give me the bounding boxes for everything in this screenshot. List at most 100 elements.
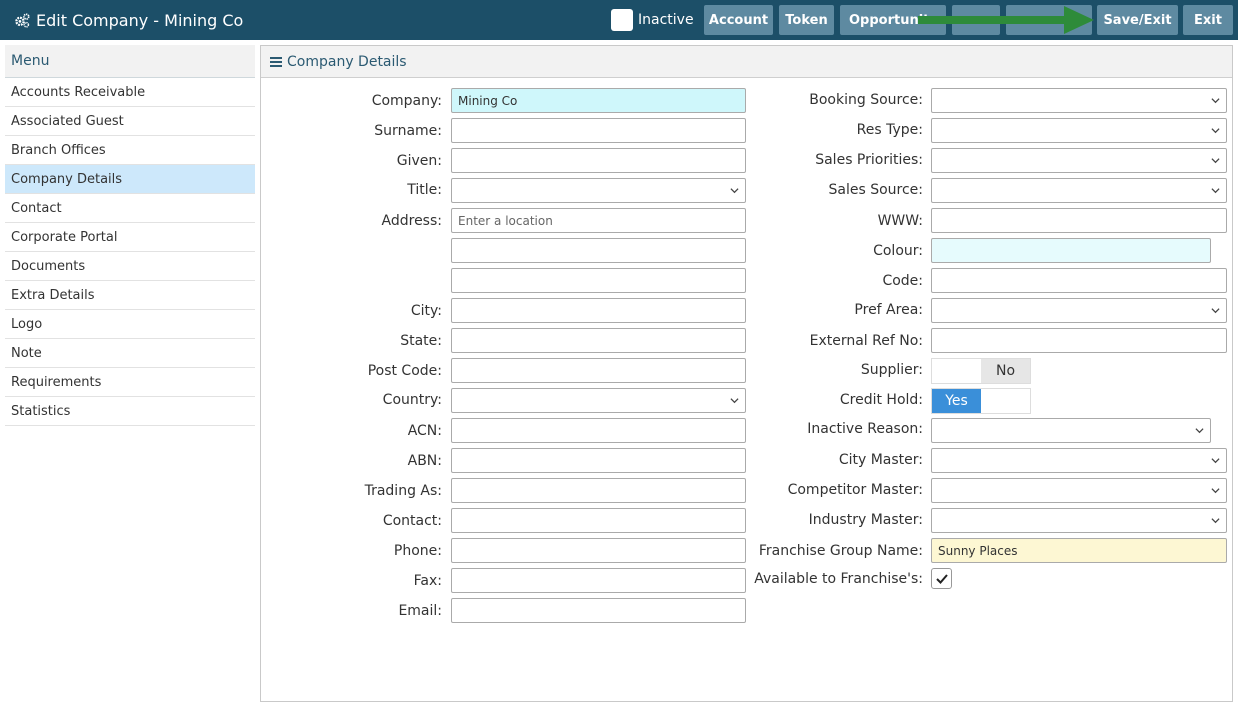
- sales-priorities-select[interactable]: [931, 148, 1227, 173]
- sidebar-item-requirements[interactable]: Requirements: [5, 368, 255, 397]
- company-label: Company:: [371, 93, 442, 109]
- industry-master-label: Industry Master:: [808, 512, 923, 528]
- chevron-down-icon: [1211, 488, 1220, 494]
- inactive-checkbox[interactable]: [611, 9, 633, 31]
- fax-input[interactable]: [451, 568, 746, 593]
- sales-priorities-label: Sales Priorities:: [815, 152, 923, 168]
- page-title: Edit Company - Mining Co: [36, 10, 244, 30]
- competitor-master-select[interactable]: [931, 478, 1227, 503]
- booking-source-select[interactable]: [931, 88, 1227, 113]
- supplier-toggle[interactable]: No: [931, 358, 1031, 384]
- header-bar: Edit Company - Mining Co Inactive Accoun…: [0, 0, 1238, 40]
- contact-label: Contact:: [382, 513, 442, 529]
- booking-source-label: Booking Source:: [809, 92, 923, 108]
- sidebar-item-branch-offices[interactable]: Branch Offices: [5, 136, 255, 165]
- trading-as-input[interactable]: [451, 478, 746, 503]
- address-line1-input[interactable]: Enter a location: [451, 208, 746, 233]
- sidebar-item-note[interactable]: Note: [5, 339, 255, 368]
- city-label: City:: [410, 303, 442, 319]
- header-button-5[interactable]: [1006, 5, 1092, 35]
- franchise-group-input[interactable]: Sunny Places: [931, 538, 1227, 563]
- chevron-down-icon: [1195, 428, 1204, 434]
- sidebar-item-associated-guest[interactable]: Associated Guest: [5, 107, 255, 136]
- sidebar-item-accounts-receivable[interactable]: Accounts Receivable: [5, 78, 255, 107]
- credit-hold-toggle-yes: Yes: [932, 389, 981, 413]
- external-ref-input[interactable]: [931, 328, 1227, 353]
- sidebar-item-contact[interactable]: Contact: [5, 194, 255, 223]
- panel-title: Company Details: [287, 53, 407, 70]
- title-label: Title:: [407, 182, 442, 198]
- surname-label: Surname:: [374, 123, 442, 139]
- pref-area-select[interactable]: [931, 298, 1227, 323]
- franchise-group-label: Franchise Group Name:: [758, 543, 923, 559]
- company-input[interactable]: Mining Co: [451, 88, 746, 113]
- colour-label: Colour:: [873, 243, 923, 259]
- sidebar-item-company-details[interactable]: Company Details: [5, 165, 255, 194]
- inactive-label: Inactive: [638, 12, 694, 28]
- available-franchise-label: Available to Franchise's:: [754, 571, 923, 587]
- credit-hold-toggle[interactable]: Yes: [931, 388, 1031, 414]
- header-button-4[interactable]: [952, 5, 1000, 35]
- supplier-toggle-no: No: [981, 359, 1030, 383]
- code-label: Code:: [882, 273, 923, 289]
- token-button[interactable]: Token: [779, 5, 834, 35]
- sales-source-select[interactable]: [931, 178, 1227, 203]
- chevron-down-icon: [1211, 308, 1220, 314]
- address-label: Address:: [381, 213, 442, 229]
- colour-input[interactable]: [931, 238, 1211, 263]
- chevron-down-icon: [1211, 98, 1220, 104]
- country-label: Country:: [382, 392, 442, 408]
- www-label: WWW:: [877, 213, 923, 229]
- sales-source-label: Sales Source:: [828, 182, 923, 198]
- code-input[interactable]: [931, 268, 1227, 293]
- sidebar-item-statistics[interactable]: Statistics: [5, 397, 255, 426]
- given-label: Given:: [396, 153, 442, 169]
- inactive-reason-select[interactable]: [931, 418, 1211, 443]
- res-type-label: Res Type:: [856, 122, 923, 138]
- opportunities-button[interactable]: Opportunit: [840, 5, 946, 35]
- email-input[interactable]: [451, 598, 746, 623]
- account-button[interactable]: Account: [704, 5, 773, 35]
- chevron-down-icon: [1211, 518, 1220, 524]
- sidebar-item-corporate-portal[interactable]: Corporate Portal: [5, 223, 255, 252]
- surname-input[interactable]: [451, 118, 746, 143]
- chevron-down-icon: [1211, 188, 1220, 194]
- inactive-toggle[interactable]: Inactive: [611, 8, 694, 32]
- hamburger-icon: [270, 56, 282, 67]
- abn-input[interactable]: [451, 448, 746, 473]
- chevron-down-icon: [730, 398, 739, 404]
- phone-input[interactable]: [451, 538, 746, 563]
- sidebar-item-documents[interactable]: Documents: [5, 252, 255, 281]
- sidebar-menu: Menu Accounts Receivable Associated Gues…: [5, 45, 255, 426]
- supplier-toggle-blank: [932, 359, 981, 383]
- state-label: State:: [400, 333, 442, 349]
- title-select[interactable]: [451, 178, 746, 203]
- email-label: Email:: [398, 603, 442, 619]
- city-master-select[interactable]: [931, 448, 1227, 473]
- postcode-input[interactable]: [451, 358, 746, 383]
- sidebar-item-logo[interactable]: Logo: [5, 310, 255, 339]
- res-type-select[interactable]: [931, 118, 1227, 143]
- exit-button[interactable]: Exit: [1183, 5, 1233, 35]
- city-master-label: City Master:: [838, 452, 923, 468]
- fax-label: Fax:: [413, 573, 442, 589]
- save-exit-button[interactable]: Save/Exit: [1097, 5, 1178, 35]
- supplier-label: Supplier:: [860, 362, 923, 378]
- competitor-master-label: Competitor Master:: [787, 482, 923, 498]
- postcode-label: Post Code:: [367, 363, 442, 379]
- country-select[interactable]: [451, 388, 746, 413]
- industry-master-select[interactable]: [931, 508, 1227, 533]
- abn-label: ABN:: [407, 453, 442, 469]
- given-input[interactable]: [451, 148, 746, 173]
- pref-area-label: Pref Area:: [854, 302, 923, 318]
- state-input[interactable]: [451, 328, 746, 353]
- contact-input[interactable]: [451, 508, 746, 533]
- city-input[interactable]: [451, 298, 746, 323]
- chevron-down-icon: [1211, 458, 1220, 464]
- acn-input[interactable]: [451, 418, 746, 443]
- address-line3-input[interactable]: [451, 268, 746, 293]
- sidebar-item-extra-details[interactable]: Extra Details: [5, 281, 255, 310]
- address-line2-input[interactable]: [451, 238, 746, 263]
- www-input[interactable]: [931, 208, 1227, 233]
- available-franchise-checkbox[interactable]: [931, 568, 952, 589]
